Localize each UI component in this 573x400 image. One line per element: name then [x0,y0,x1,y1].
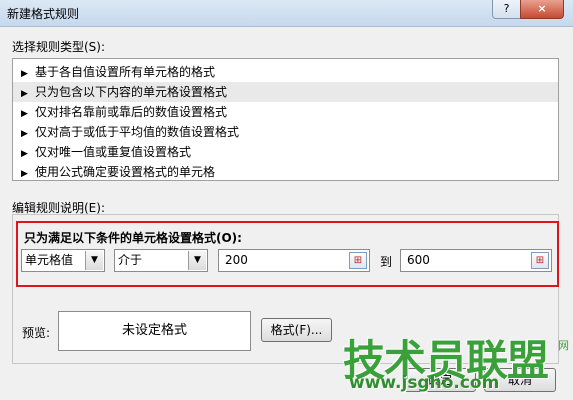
rule-type-item-label: 仅对唯一值或重复值设置格式 [35,145,192,159]
preview-label: 预览: [22,326,51,340]
rule-type-item[interactable]: ▶ 仅对高于或低于平均值的数值设置格式 [13,122,558,142]
rule-type-item[interactable]: ▶ 基于各自值设置所有单元格的格式 [13,62,558,82]
rule-type-item[interactable]: ▶ 仅对唯一值或重复值设置格式 [13,142,558,162]
close-button[interactable]: × [520,0,564,19]
arrow-right-icon: ▶ [21,129,28,139]
rule-type-label: 选择规则类型(S): [12,40,106,54]
rule-type-list[interactable]: ▶ 基于各自值设置所有单元格的格式 ▶ 只为包含以下内容的单元格设置格式 ▶ 仅对排名… [12,58,559,181]
watermark-small-text: 网 [558,339,569,352]
arrow-right-icon: ▶ [21,149,28,159]
chevron-down-icon[interactable]: ▼ [188,251,206,270]
operator-value: 介于 [118,253,143,267]
arrow-right-icon: ▶ [21,69,28,79]
min-value-input[interactable]: 200 ⊞ [218,249,370,272]
min-value-text: 200 [225,253,248,267]
arrow-right-icon: ▶ [21,89,28,99]
rule-type-item-label: 仅对高于或低于平均值的数值设置格式 [35,125,240,139]
max-value-text: 600 [407,253,430,267]
rule-type-item[interactable]: ▶ 使用公式确定要设置格式的单元格 [13,162,558,182]
watermark-url: www.jsgho.com [349,373,500,393]
range-picker-icon[interactable]: ⊞ [349,252,367,269]
arrow-right-icon: ▶ [21,109,28,119]
format-preview-box: 未设定格式 [58,311,251,351]
max-value-input[interactable]: 600 ⊞ [400,249,552,272]
rule-type-item-label: 基于各自值设置所有单元格的格式 [35,65,216,79]
rule-type-item-label: 只为包含以下内容的单元格设置格式 [35,85,228,99]
chevron-down-icon[interactable]: ▼ [85,251,103,270]
operator-select[interactable]: 介于 ▼ [114,249,208,272]
arrow-right-icon: ▶ [21,169,28,179]
rule-type-item-selected[interactable]: ▶ 只为包含以下内容的单元格设置格式 [13,82,558,102]
range-picker-icon[interactable]: ⊞ [531,252,549,269]
title-bar: 新建格式规则 ? × [0,0,573,27]
dialog-title: 新建格式规则 [7,7,80,21]
help-button[interactable]: ? [492,0,521,19]
condition-type-select[interactable]: 单元格值 ▼ [21,249,105,272]
rule-type-item-label: 使用公式确定要设置格式的单元格 [35,165,216,179]
condition-type-value: 单元格值 [25,253,74,267]
new-format-rule-dialog: 新建格式规则 ? × 选择规则类型(S): ▶ 基于各自值设置所有单元格的格式 ▶… [0,0,573,400]
condition-subtitle: 只为满足以下条件的单元格设置格式(O): [24,231,242,245]
rule-type-item-label: 仅对排名靠前或靠后的数值设置格式 [35,105,228,119]
watermark: 技术员联盟 网 www.jsgho.com [337,325,573,400]
rule-type-item[interactable]: ▶ 仅对排名靠前或靠后的数值设置格式 [13,102,558,122]
format-button[interactable]: 格式(F)... [261,318,332,342]
and-label: 到 [380,255,393,269]
